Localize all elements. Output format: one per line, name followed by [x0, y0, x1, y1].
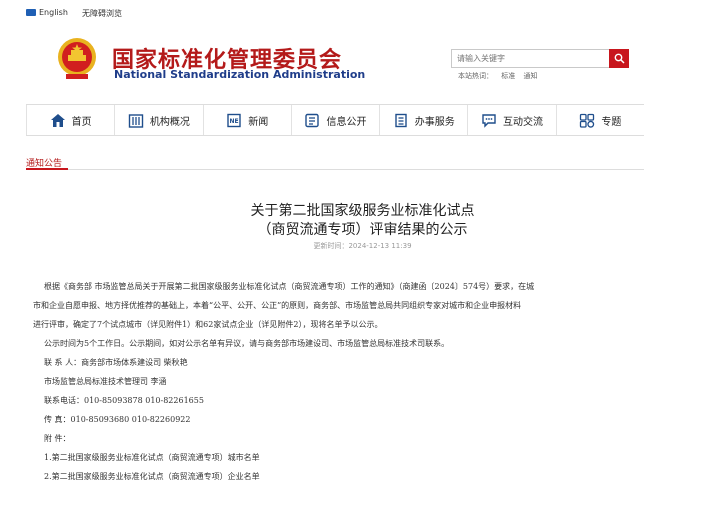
- article-body: 根据《商务部 市场监管总局关于开展第二批国家级服务业标准化试点（商贸流通专项）工…: [33, 277, 644, 486]
- national-emblem-icon: [58, 38, 96, 79]
- attachment-link-2[interactable]: 2.第二批国家级服务业标准化试点（商贸流通专项）企业名单: [44, 467, 644, 486]
- nav-item-services[interactable]: 办事服务: [380, 105, 469, 135]
- nav-label: 机构概况: [149, 116, 190, 128]
- info-icon: [305, 113, 320, 127]
- article-line: 根据《商务部 市场监管总局关于开展第二批国家级服务业标准化试点（商贸流通专项）工…: [44, 282, 535, 291]
- english-label: English: [39, 8, 68, 17]
- article-line: 传 真：010-85093680 010-82260922: [44, 415, 191, 424]
- hot-word-link[interactable]: 通知: [523, 72, 537, 80]
- building-icon: [128, 113, 144, 128]
- article-line: 联 系 人：商务部市场体系建设司 柴秋艳: [44, 358, 188, 367]
- article-title-line1: 关于第二批国家级服务业标准化试点: [250, 203, 475, 219]
- article-line: 市场监管总局标准技术管理司 李涵: [44, 377, 167, 386]
- nav-item-topics[interactable]: 专题: [557, 105, 644, 135]
- svg-text:NE: NE: [230, 118, 239, 125]
- hot-words: 本站热词： 标准 通知: [458, 71, 543, 81]
- attachment-link-1[interactable]: 1.第二批国家级服务业标准化试点（商贸流通专项）城市名单: [44, 448, 644, 467]
- nav-item-info-disclosure[interactable]: 信息公开: [292, 105, 381, 135]
- chat-icon: [482, 113, 496, 128]
- nav-label: 信息公开: [326, 116, 367, 128]
- hot-words-label: 本站热词：: [458, 72, 493, 80]
- section-divider: [26, 169, 644, 170]
- nav-label: 互动交流: [503, 116, 544, 128]
- article-line: 进行评审，确定了7个试点城市（详见附件1）和62家试点企业（详见附件2），现将名…: [33, 320, 383, 329]
- nav-label: 专题: [601, 116, 622, 128]
- search-icon: [614, 53, 625, 64]
- english-link[interactable]: English: [26, 8, 68, 17]
- nav-item-home[interactable]: 首页: [26, 105, 116, 135]
- accessibility-link[interactable]: 无障碍浏览: [82, 8, 122, 19]
- article-date: 更新时间：2024-12-13 11:39: [313, 242, 412, 250]
- nav-item-organization[interactable]: 机构概况: [115, 105, 204, 135]
- nav-label: 首页: [71, 116, 92, 128]
- nav-label: 新闻: [248, 116, 269, 128]
- news-icon: NE: [227, 113, 241, 127]
- hot-word-link[interactable]: 标准: [501, 72, 515, 80]
- article-title-line2: （商贸流通专项）评审结果的公示: [257, 222, 468, 238]
- article-line: 市和企业自愿申报、地方择优推荐的基础上，本着“公平、公开、公正”的原则，商务部、…: [33, 301, 522, 310]
- site-title-en[interactable]: National Standardization Administration: [114, 68, 365, 81]
- service-icon: [395, 113, 407, 127]
- article-line: 联系电话：010-85093878 010-82261655: [44, 396, 204, 405]
- nav-label: 办事服务: [414, 116, 455, 128]
- nav-item-news[interactable]: NE 新闻: [204, 105, 292, 135]
- flag-icon: [26, 9, 36, 16]
- article-line: 公示时间为5个工作日。公示期间，如对公示名单有异议，请与商务部市场建设司、市场监…: [44, 339, 450, 348]
- search-input[interactable]: [451, 49, 609, 68]
- section-active-underline: [26, 168, 68, 170]
- article-line: 附 件：: [44, 434, 71, 443]
- nav-item-interaction[interactable]: 互动交流: [468, 105, 557, 135]
- main-nav: 首页 机构概况 NE 新闻 信息公开 办事服务 互动交流 专题: [26, 104, 644, 136]
- search-bar: [451, 49, 629, 68]
- search-button[interactable]: [609, 49, 629, 68]
- top-bar: English 无障碍浏览: [0, 0, 725, 26]
- home-icon: [50, 113, 65, 127]
- topic-icon: [580, 113, 595, 128]
